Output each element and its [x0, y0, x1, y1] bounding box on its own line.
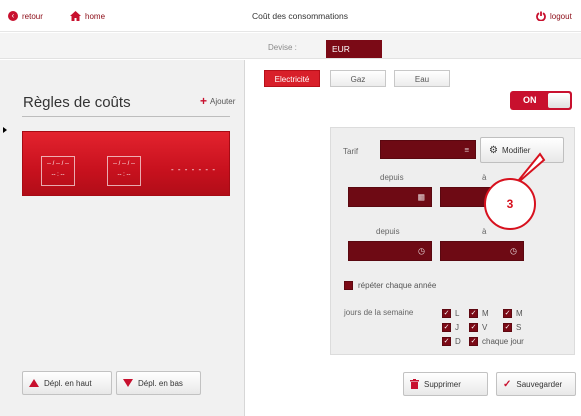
divider — [22, 116, 230, 117]
calendar-icon: ▦ — [417, 192, 425, 202]
currency-select[interactable]: EUR — [326, 40, 382, 58]
from-time-label: depuis — [376, 227, 400, 236]
check-icon: ✓ — [442, 337, 451, 346]
circle-chevron-left-icon: ‹ — [8, 11, 18, 21]
toggle-label: ON — [523, 95, 537, 105]
rules-title: Règles de coûts — [23, 94, 131, 111]
rule-end-block: -- / -- / -- -- : -- — [107, 156, 141, 186]
check-icon: ✓ — [503, 309, 512, 318]
move-down-label: Dépl. en bas — [138, 378, 183, 388]
back-label: retour — [22, 11, 43, 21]
rule-end-time: -- : -- — [117, 172, 131, 178]
add-rule-button[interactable]: + Ajouter — [200, 94, 236, 108]
check-icon: ✓ — [503, 378, 512, 390]
every-day-label: chaque jour — [482, 337, 524, 346]
on-off-toggle[interactable]: ON — [510, 91, 572, 110]
triangle-up-icon — [29, 379, 39, 387]
trash-icon — [410, 379, 419, 389]
day-label: L — [455, 309, 460, 318]
save-label: Sauvegarder — [516, 379, 563, 389]
move-down-button[interactable]: Dépl. en bas — [116, 371, 201, 395]
selection-arrow-icon — [3, 127, 7, 133]
check-icon: ✓ — [469, 337, 478, 346]
day-checkbox-m2[interactable]: ✓ M — [503, 309, 523, 318]
from-time-field[interactable]: ◷ — [348, 241, 432, 261]
home-button[interactable]: home — [70, 11, 105, 21]
weekdays-label: jours de la semaine — [344, 308, 414, 317]
logout-button[interactable]: logout — [536, 11, 572, 21]
from-date-label: depuis — [380, 173, 404, 182]
rule-start-date: -- / -- / -- — [47, 161, 69, 167]
rules-panel — [0, 60, 245, 416]
rule-start-block: -- / -- / -- -- : -- — [41, 156, 75, 186]
day-label: S — [516, 323, 522, 332]
day-label: V — [482, 323, 488, 332]
delete-label: Supprimer — [424, 379, 461, 389]
move-up-button[interactable]: Dépl. en haut — [22, 371, 112, 395]
day-label: D — [455, 337, 461, 346]
day-checkbox-s[interactable]: ✓ S — [503, 323, 521, 332]
currency-label: Devise : — [268, 43, 297, 52]
gears-icon: ⚙ — [489, 144, 498, 156]
delete-button[interactable]: Supprimer — [403, 372, 488, 396]
toggle-knob — [548, 93, 570, 108]
repeat-yearly-checkbox[interactable]: répéter chaque année — [344, 281, 436, 290]
clock-icon: ◷ — [418, 246, 425, 256]
rule-end-date: -- / -- / -- — [113, 161, 135, 167]
add-label: Ajouter — [210, 96, 236, 106]
check-icon: ✓ — [469, 309, 478, 318]
day-label: J — [455, 323, 459, 332]
rule-card[interactable]: -- / -- / -- -- : -- -- / -- / -- -- : -… — [22, 131, 230, 196]
from-date-field[interactable]: ▦ — [348, 187, 432, 207]
tab-electricite[interactable]: Electricité — [264, 70, 320, 87]
to-time-field[interactable]: ◷ — [440, 241, 524, 261]
plus-icon: + — [200, 94, 208, 108]
tab-eau[interactable]: Eau — [394, 70, 450, 87]
tarif-label: Tarif — [343, 147, 359, 156]
check-icon: ✓ — [442, 323, 451, 332]
rule-dots: - - - - - - - — [171, 165, 216, 174]
day-checkbox-d[interactable]: ✓ D — [442, 337, 461, 346]
home-icon — [70, 11, 81, 21]
page-title: Coût des consommations — [252, 11, 348, 21]
every-day-checkbox[interactable]: ✓ chaque jour — [469, 337, 524, 346]
back-button[interactable]: ‹ retour — [8, 11, 43, 21]
tarif-field[interactable]: ≡ — [380, 140, 476, 159]
to-time-label: à — [482, 227, 487, 236]
check-icon: ✓ — [503, 323, 512, 332]
clock-icon: ◷ — [510, 246, 517, 256]
list-icon: ≡ — [464, 145, 469, 154]
checkbox-box — [344, 281, 353, 290]
day-checkbox-m1[interactable]: ✓ M — [469, 309, 489, 318]
step-badge: 3 — [484, 178, 536, 230]
move-up-label: Dépl. en haut — [44, 378, 92, 388]
triangle-down-icon — [123, 379, 133, 387]
day-label: M — [482, 309, 489, 318]
logout-label: logout — [550, 11, 572, 21]
check-icon: ✓ — [469, 323, 478, 332]
rule-start-time: -- : -- — [51, 172, 65, 178]
home-label: home — [85, 11, 106, 21]
day-checkbox-v[interactable]: ✓ V — [469, 323, 487, 332]
day-label: M — [516, 309, 523, 318]
power-icon — [536, 11, 546, 21]
check-icon: ✓ — [442, 309, 451, 318]
day-checkbox-l[interactable]: ✓ L — [442, 309, 459, 318]
save-button[interactable]: ✓ Sauvegarder — [496, 372, 576, 396]
day-checkbox-j[interactable]: ✓ J — [442, 323, 459, 332]
repeat-label: répéter chaque année — [358, 281, 437, 290]
to-date-label: à — [482, 173, 487, 182]
tab-gaz[interactable]: Gaz — [330, 70, 386, 87]
